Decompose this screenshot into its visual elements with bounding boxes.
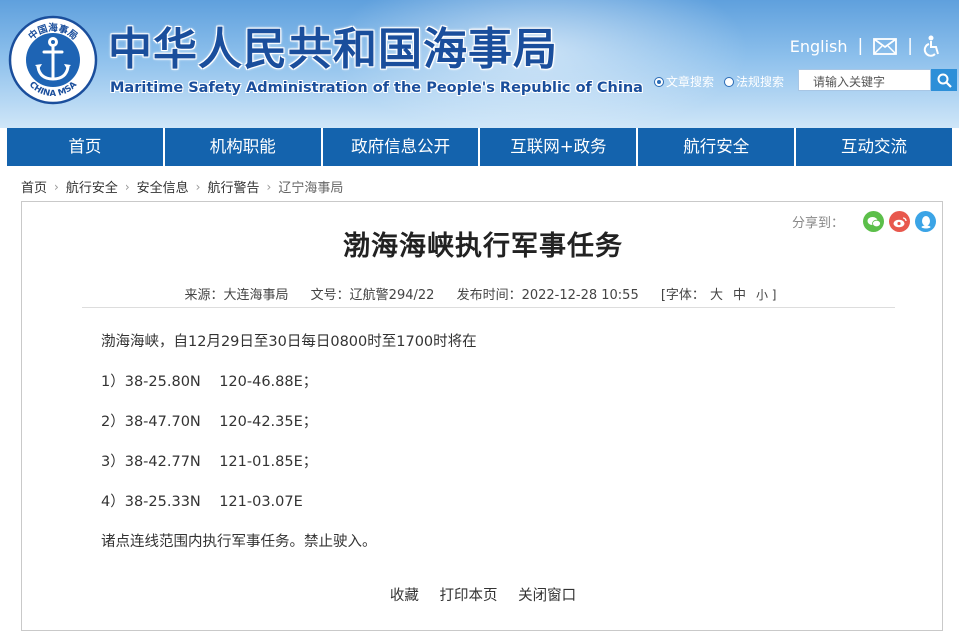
search-button[interactable] bbox=[931, 69, 957, 91]
top-links: English | | bbox=[790, 34, 941, 58]
article-actions: 收藏 打印本页 关闭窗口 bbox=[22, 584, 944, 605]
site-title-en: Maritime Safety Administration of the Pe… bbox=[110, 80, 643, 96]
english-link[interactable]: English bbox=[790, 37, 848, 56]
article-doc-number: 文号：辽航警294/22 bbox=[310, 288, 435, 303]
breadcrumb-navigation-safety[interactable]: 航行安全 bbox=[66, 177, 118, 196]
accessibility-icon[interactable] bbox=[923, 35, 941, 57]
nav-item-interaction[interactable]: 互动交流 bbox=[796, 128, 952, 166]
radio-selected[interactable] bbox=[654, 76, 664, 87]
nav-item-home[interactable]: 首页 bbox=[7, 128, 165, 166]
anchor-emblem-icon[interactable]: 中国海事局 CHINA MSA bbox=[8, 15, 98, 105]
breadcrumb-home[interactable]: 首页 bbox=[21, 177, 47, 196]
article-title: 渤海海峡执行军事任务 bbox=[343, 231, 623, 262]
breadcrumb-current[interactable]: 辽宁海事局 bbox=[278, 177, 343, 196]
font-size-label: [字体： bbox=[660, 288, 705, 303]
separator: | bbox=[857, 36, 864, 56]
article-body: 渤海海峡，自12月29日至30日每日0800时至1700时将在 1）38-25.… bbox=[101, 333, 477, 573]
font-size-small[interactable]: 小 ] bbox=[756, 288, 777, 302]
search-icon bbox=[937, 73, 952, 88]
article-paragraph: 3）38-42.77N 121-01.85E； bbox=[101, 454, 318, 470]
site-title-cn: 中华人民共和国海事局 bbox=[108, 24, 558, 75]
mail-icon[interactable] bbox=[873, 37, 898, 55]
nav-item-internet-gov[interactable]: 互联网+政务 bbox=[480, 128, 639, 166]
chevron-right-icon: › bbox=[195, 179, 201, 194]
search-scope-article-label: 文章搜索 bbox=[666, 75, 715, 89]
separator: | bbox=[907, 36, 913, 56]
close-window-link[interactable]: 关闭窗口 bbox=[518, 588, 576, 604]
nav-item-gov-info[interactable]: 政府信息公开 bbox=[323, 128, 481, 166]
article-paragraph: 渤海海峡，自12月29日至30日每日0800时至1700时将在 bbox=[101, 334, 477, 350]
article-paragraph: 2）38-47.70N 120-42.35E； bbox=[101, 414, 318, 430]
nav-item-organization[interactable]: 机构职能 bbox=[165, 128, 323, 166]
article-container: 分享到： 渤海海峡执行军事任务 来源：大连海事局 文号：辽航警294/22 发布… bbox=[21, 201, 943, 631]
site-header: 中国海事局 CHINA MSA 中华人民共和国海事局 Maritime Safe… bbox=[0, 0, 959, 128]
breadcrumb: 首页 › 航行安全 › 安全信息 › 航行警告 › 辽宁海事局 bbox=[21, 177, 343, 197]
nav-item-navigation-safety[interactable]: 航行安全 bbox=[638, 128, 797, 166]
main-nav: 首页 机构职能 政府信息公开 互联网+政务 航行安全 互动交流 bbox=[7, 128, 952, 166]
favorite-link[interactable]: 收藏 bbox=[390, 588, 419, 604]
print-link[interactable]: 打印本页 bbox=[440, 588, 498, 604]
radio-unselected[interactable] bbox=[724, 76, 735, 87]
search-scope: 文章搜索 法规搜索 bbox=[654, 73, 794, 90]
article-source: 来源：大连海事局 bbox=[184, 288, 289, 303]
article-paragraph: 4）38-25.33N 121-03.07E bbox=[101, 494, 303, 510]
article-paragraph: 1）38-25.80N 120-46.88E； bbox=[101, 374, 318, 390]
font-size-large[interactable]: 大 bbox=[710, 288, 723, 303]
article-paragraph: 诸点连线范围内执行军事任务。禁止驶入。 bbox=[101, 534, 377, 550]
search-scope-regulation[interactable]: 法规搜索 bbox=[724, 73, 784, 90]
font-size-medium[interactable]: 中 bbox=[733, 288, 746, 303]
divider bbox=[82, 307, 895, 308]
article-publish-time: 发布时间：2022-12-28 10:55 bbox=[456, 288, 639, 303]
search-scope-article[interactable]: 文章搜索 bbox=[654, 73, 714, 90]
chevron-right-icon: › bbox=[124, 179, 130, 194]
search-input[interactable]: 请输入关键字 bbox=[798, 69, 931, 91]
chevron-right-icon: › bbox=[54, 179, 59, 194]
search-scope-regulation-label: 法规搜索 bbox=[736, 75, 785, 89]
breadcrumb-safety-info[interactable]: 安全信息 bbox=[137, 177, 189, 196]
chevron-right-icon: › bbox=[266, 179, 272, 194]
font-size-control: [字体： 大中小 ] bbox=[661, 288, 782, 303]
article-meta: 来源：大连海事局 文号：辽航警294/22 发布时间：2022-12-28 10… bbox=[22, 284, 944, 303]
breadcrumb-nav-warning[interactable]: 航行警告 bbox=[207, 177, 259, 196]
